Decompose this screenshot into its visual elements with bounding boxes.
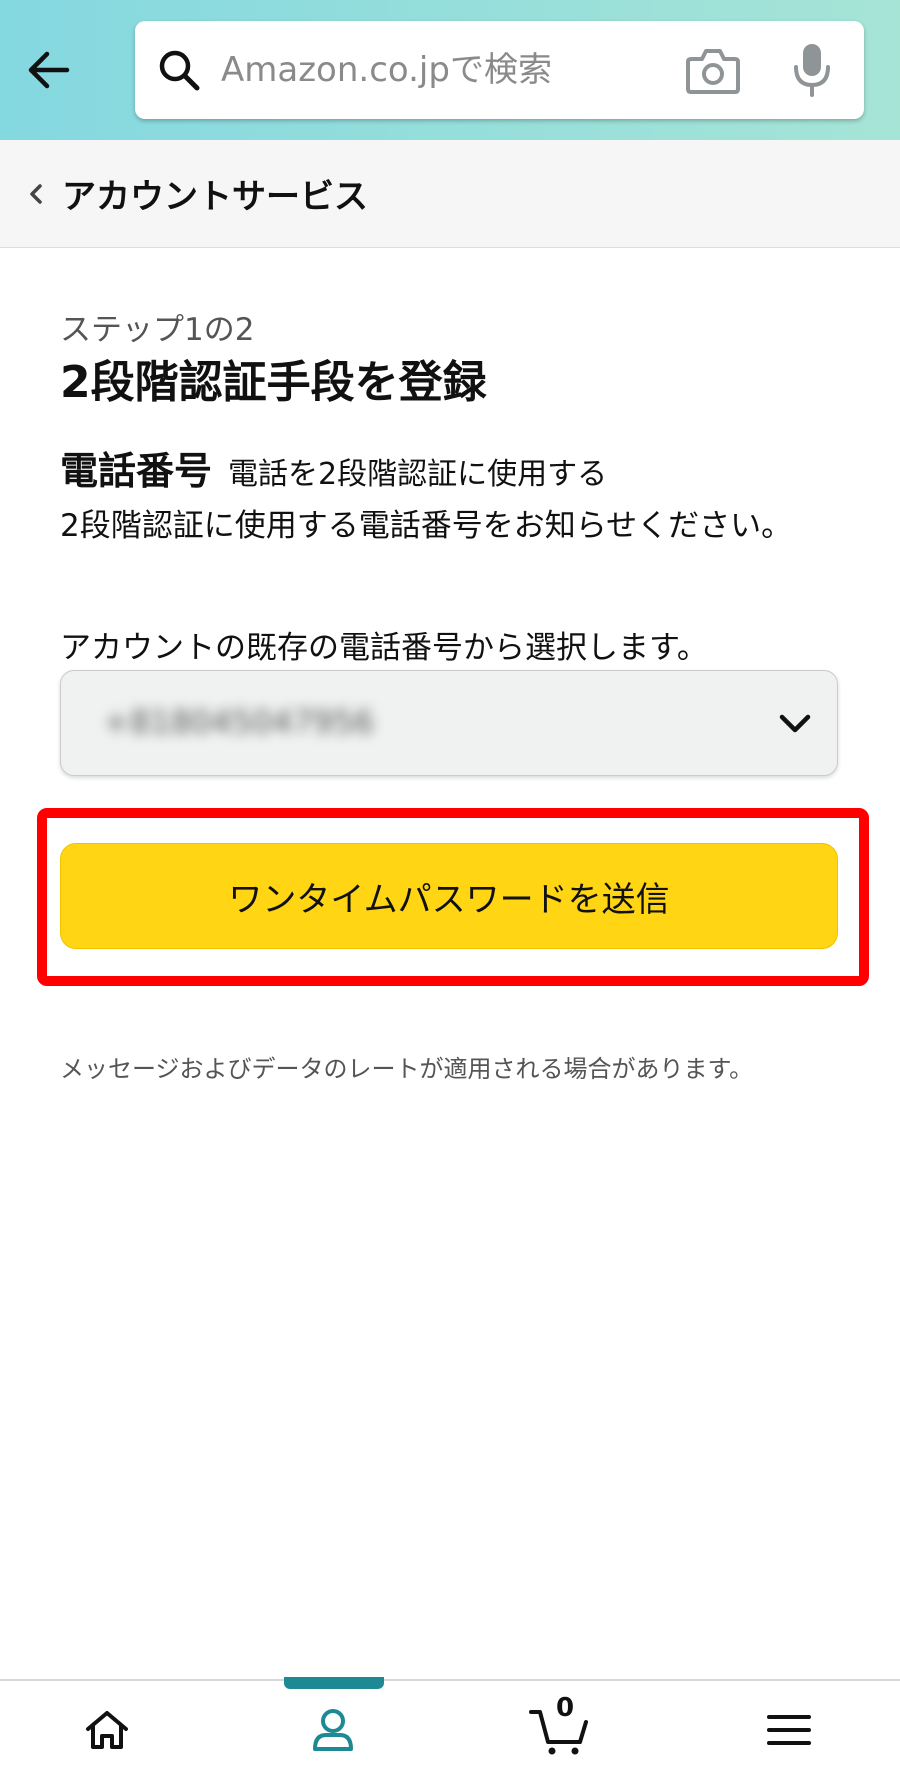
phone-number-value: +818045047956 bbox=[103, 703, 375, 741]
breadcrumb[interactable]: アカウントサービス bbox=[0, 140, 900, 248]
menu-icon bbox=[767, 1715, 811, 1745]
top-header bbox=[0, 0, 900, 140]
description-text: 2段階認証に使用する電話番号をお知らせください。 bbox=[60, 508, 793, 544]
breadcrumb-label: アカウントサービス bbox=[62, 177, 368, 217]
phone-select-label: アカウントの既存の電話番号から選択します。 bbox=[60, 630, 708, 666]
section-header: 電話番号 電話を2段階認証に使用する bbox=[60, 440, 607, 495]
search-input[interactable] bbox=[221, 21, 681, 119]
phone-number-select[interactable]: +818045047956 bbox=[60, 670, 838, 776]
chevron-left-icon bbox=[30, 183, 42, 204]
nav-menu[interactable] bbox=[729, 1681, 849, 1777]
rates-note: メッセージおよびデータのレートが適用される場合があります。 bbox=[60, 1055, 754, 1083]
back-arrow-icon[interactable] bbox=[18, 40, 78, 100]
search-bar[interactable] bbox=[135, 21, 864, 119]
bottom-navigation: 0 bbox=[0, 1677, 900, 1777]
search-icon bbox=[159, 50, 200, 91]
step-indicator: ステップ1の2 bbox=[60, 312, 255, 348]
section-title: 電話番号 bbox=[60, 449, 213, 493]
chevron-down-icon bbox=[779, 714, 811, 733]
camera-icon[interactable] bbox=[685, 45, 741, 95]
nav-account[interactable] bbox=[273, 1681, 393, 1777]
section-subtitle: 電話を2段階認証に使用する bbox=[228, 457, 608, 492]
page-title: 2段階認証手段を登録 bbox=[60, 357, 487, 408]
mic-icon[interactable] bbox=[790, 41, 834, 99]
home-icon bbox=[86, 1711, 128, 1749]
cart-count-badge: 0 bbox=[556, 1693, 575, 1723]
account-icon bbox=[313, 1709, 353, 1751]
nav-cart[interactable]: 0 bbox=[500, 1681, 620, 1777]
send-otp-button[interactable]: ワンタイムパスワードを送信 bbox=[60, 843, 838, 949]
nav-home[interactable] bbox=[47, 1681, 167, 1777]
